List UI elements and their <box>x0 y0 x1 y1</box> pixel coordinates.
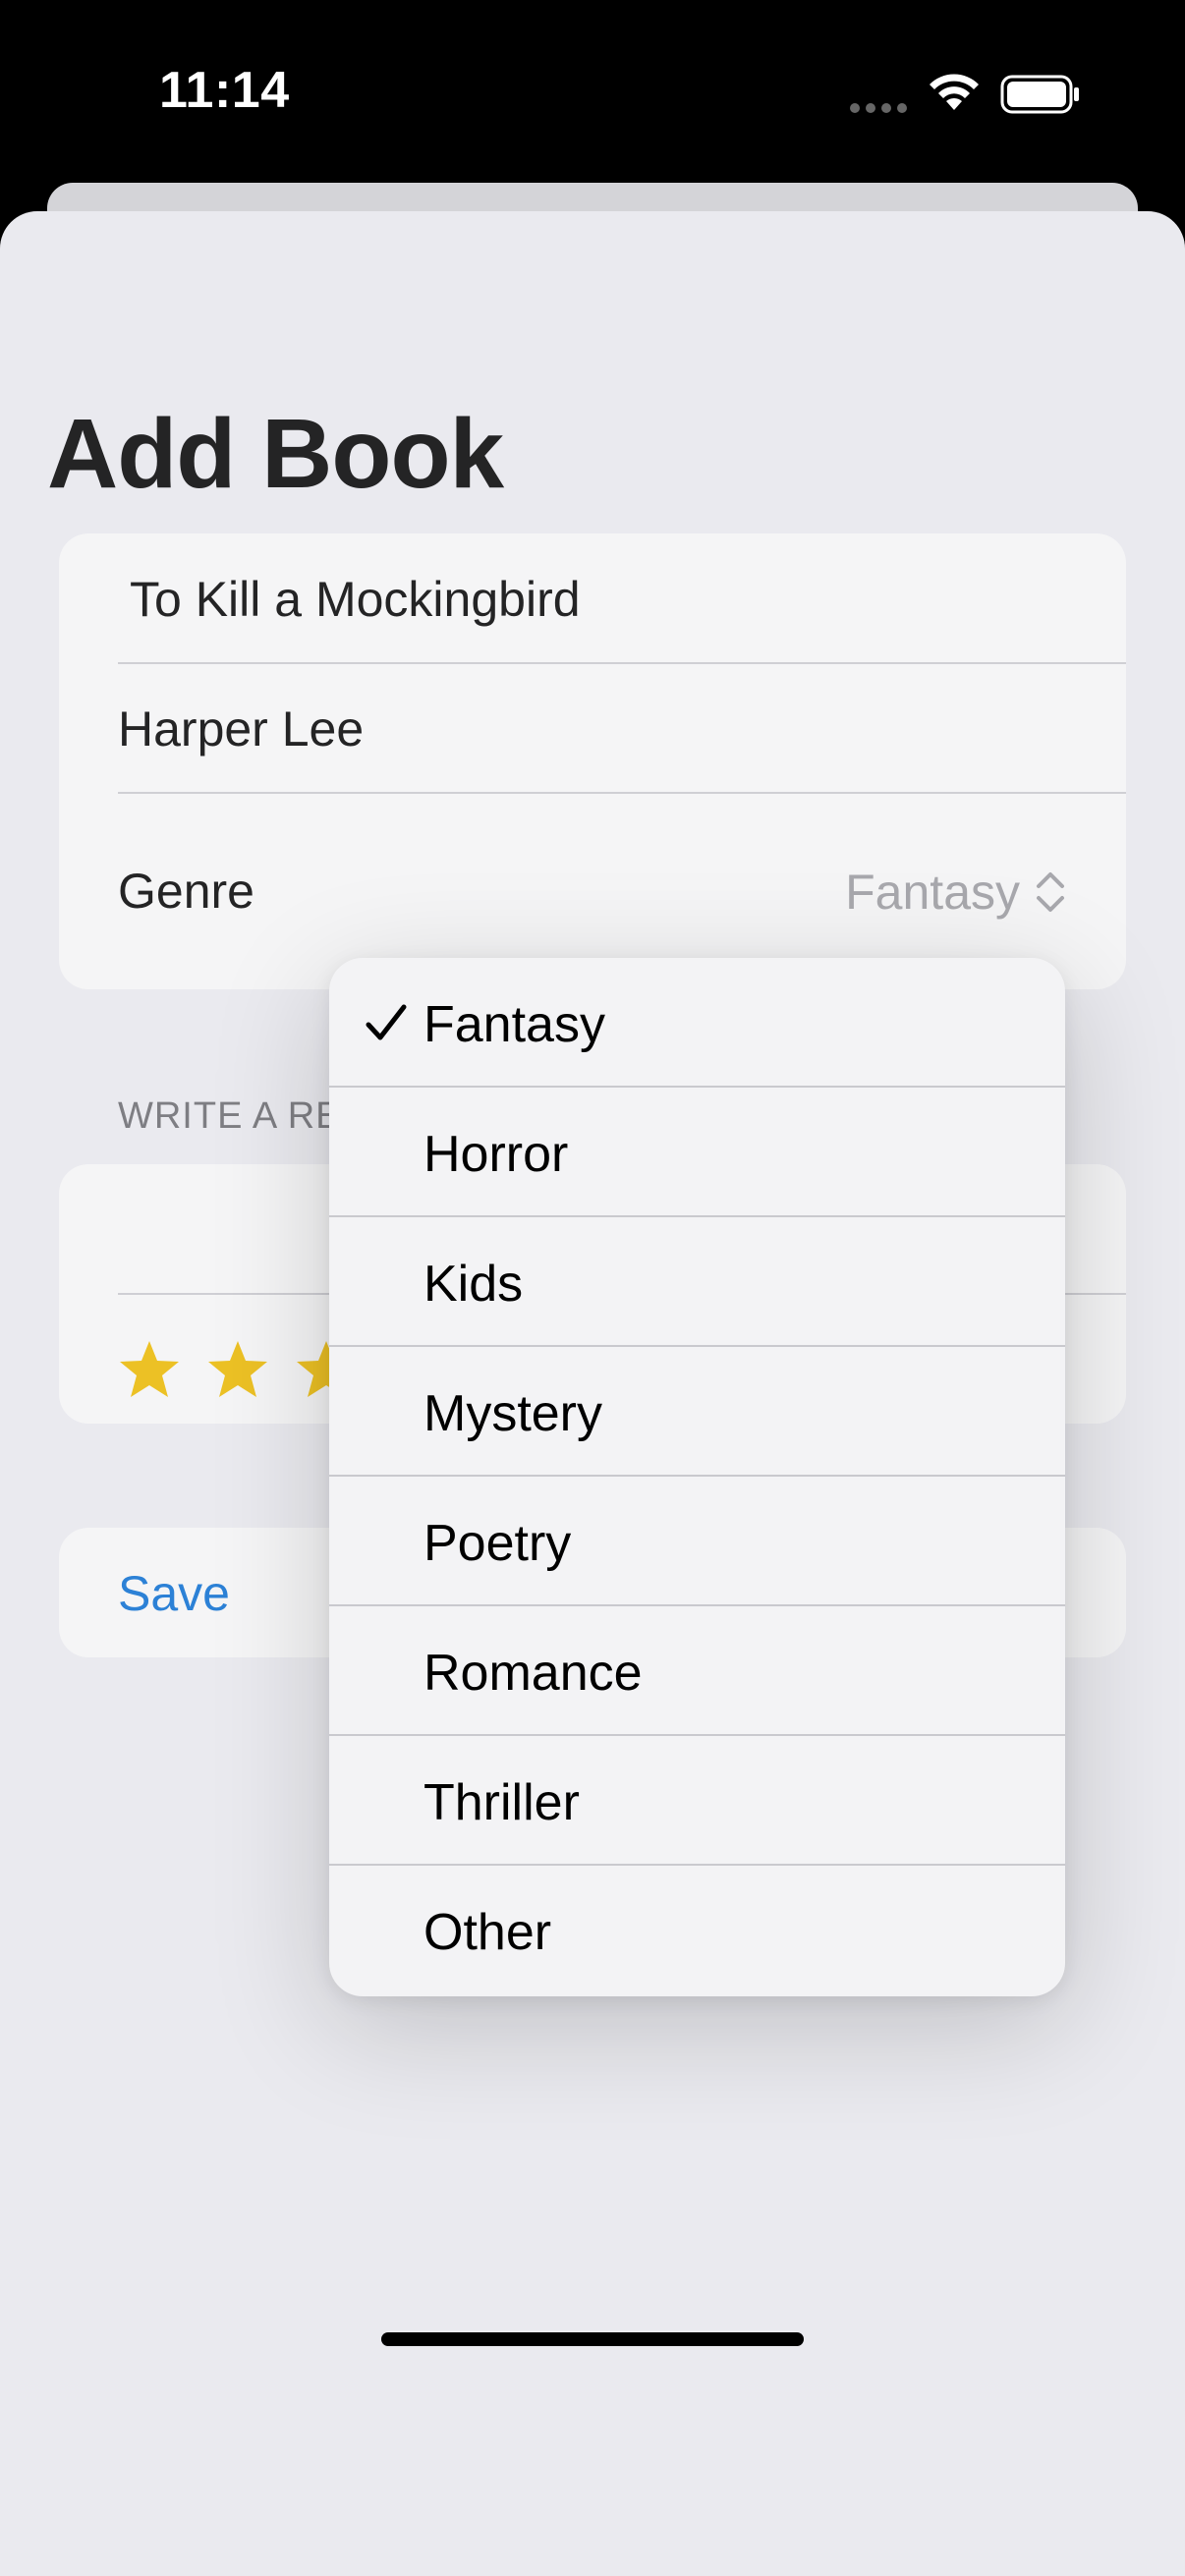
battery-icon <box>1000 75 1079 114</box>
home-indicator[interactable] <box>381 2332 804 2346</box>
menu-item-horror[interactable]: Horror <box>329 1088 1065 1217</box>
wifi-icon <box>930 74 979 110</box>
cellular-signal-icon <box>850 103 907 113</box>
menu-item-label: Romance <box>423 1645 643 1702</box>
status-bar: 11:14 <box>0 0 1185 187</box>
menu-item-label: Poetry <box>423 1515 572 1572</box>
menu-item-romance[interactable]: Romance <box>329 1606 1065 1736</box>
genre-menu: Fantasy Horror Kids Mystery Poetry Roman… <box>329 958 1065 1996</box>
menu-item-label: Mystery <box>423 1385 602 1442</box>
screen: 11:14 Add Book To Kill a Mockingbird Har… <box>0 0 1185 2576</box>
menu-item-label: Kids <box>423 1256 524 1313</box>
status-time: 11:14 <box>159 62 290 119</box>
menu-item-kids[interactable]: Kids <box>329 1217 1065 1347</box>
menu-item-label: Thriller <box>423 1774 580 1831</box>
menu-item-thriller[interactable]: Thriller <box>329 1736 1065 1866</box>
checkmark-icon <box>366 1004 407 1040</box>
menu-item-fantasy[interactable]: Fantasy <box>329 958 1065 1088</box>
menu-item-label: Other <box>423 1904 552 1961</box>
menu-item-poetry[interactable]: Poetry <box>329 1477 1065 1606</box>
menu-item-label: Fantasy <box>423 996 605 1053</box>
menu-item-label: Horror <box>423 1126 569 1183</box>
menu-item-other[interactable]: Other <box>329 1866 1065 1995</box>
add-book-sheet: Add Book To Kill a Mockingbird Harper Le… <box>0 211 1185 2576</box>
menu-item-mystery[interactable]: Mystery <box>329 1347 1065 1477</box>
